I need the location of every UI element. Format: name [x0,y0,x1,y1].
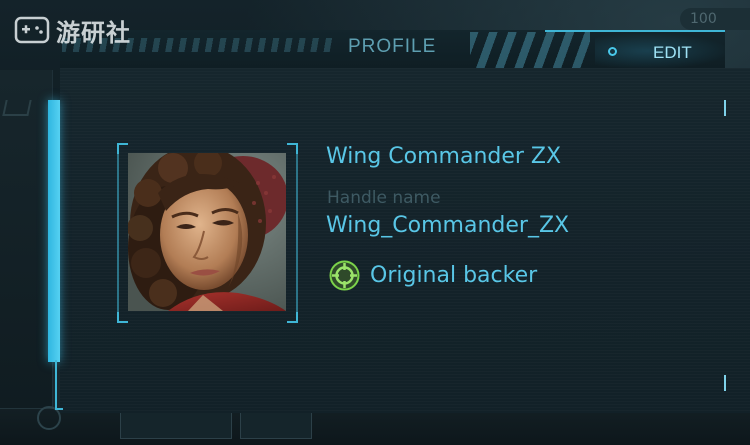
crosshair-badge-icon [329,260,360,291]
avatar-frame-corner [117,312,128,323]
watermark-text: 游研社 [56,18,131,47]
background-bottom-bar [0,408,750,445]
watermark: 游研社 [14,12,131,48]
panel-tick-mark [724,100,726,116]
edit-indicator-icon [608,47,617,56]
page-title: PROFILE [348,36,437,57]
header-accent-line [545,30,725,32]
background-counter: 100 [680,8,750,30]
edit-button[interactable]: EDIT [653,43,692,63]
display-name: Wing Commander ZX [326,144,562,169]
avatar[interactable] [128,153,286,311]
background-hex-icon [2,100,32,116]
handle-value: Wing_Commander_ZX [326,213,570,238]
avatar-frame-edge [117,143,119,323]
avatar-frame-corner [287,312,298,323]
handle-label: Handle name [327,188,441,208]
backer-badge-label: Original backer [370,263,538,288]
avatar-frame-corner [117,143,128,154]
backer-badge: Original backer [329,260,537,291]
background-button [120,411,232,439]
background-button [240,411,312,439]
header-stripe-decoration [470,32,590,68]
background-side-menu [0,70,53,410]
panel-tick-mark [724,375,726,391]
avatar-portrait-image [128,153,286,311]
panel-accent-bar [48,100,60,362]
avatar-frame-edge [296,143,298,323]
avatar-frame-corner [287,143,298,154]
panel-corner-bracket [55,360,63,410]
gamepad-logo-icon [14,16,50,44]
